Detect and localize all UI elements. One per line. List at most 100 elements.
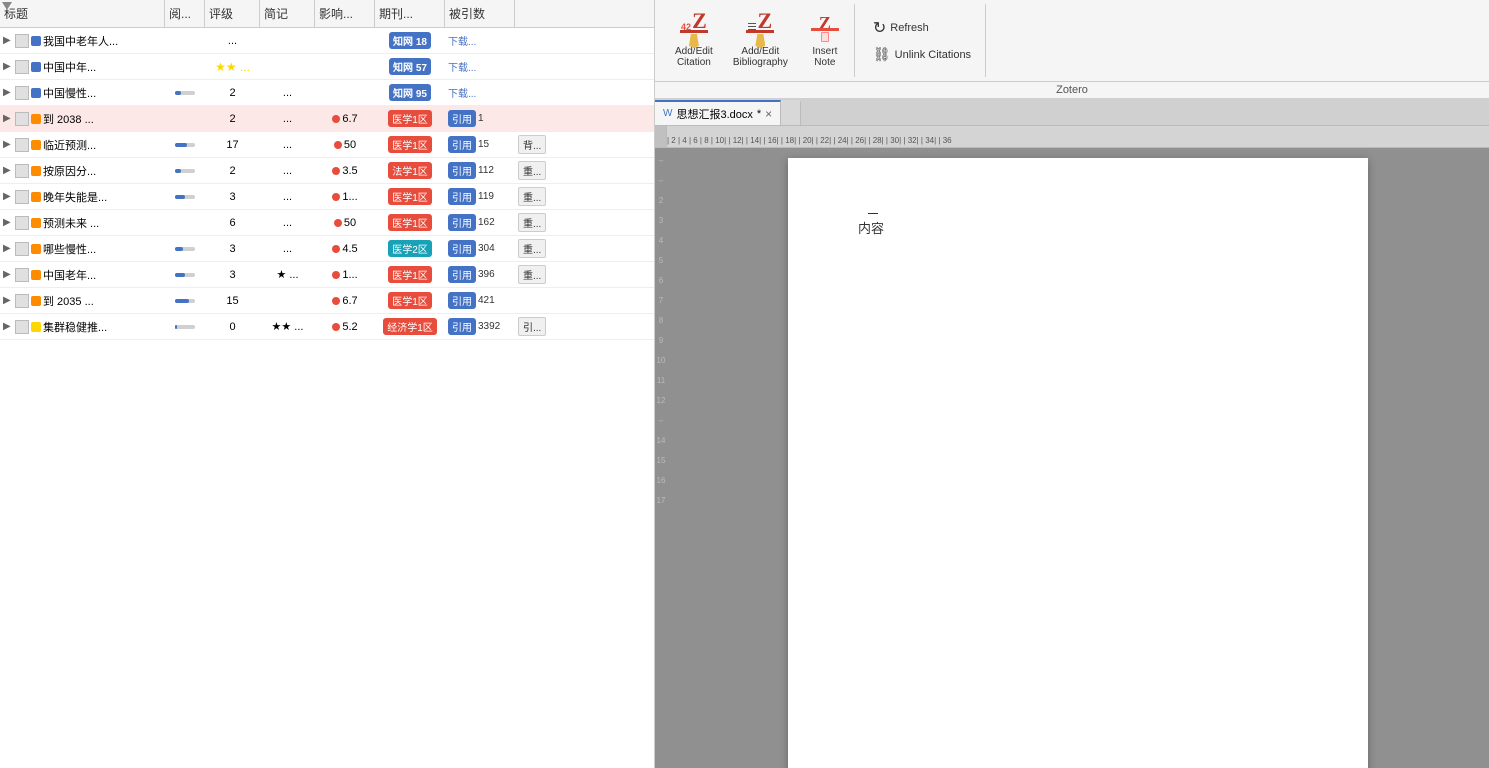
library-panel: 标题 阅... 评级 简记 影响... 期刊... 被引数 ▶ 我国中老年人..… [0,0,655,768]
gutter-number: 2 [659,192,663,210]
unlink-citations-button[interactable]: ⛓ Unlink Citations [867,43,977,66]
journal-zone: 医学1区 [388,188,432,205]
doc-icon [15,216,29,230]
cell-title: ▶ 我国中老年人... [0,28,165,53]
extra-btn[interactable]: 重... [518,213,546,232]
rating-value: 2 [229,165,235,177]
gutter-number: 7 [659,292,663,310]
cell-note: ... [260,132,315,157]
download-link[interactable]: 下载... [448,59,476,74]
tag-icon [31,166,41,176]
title-text: 集群稳健推... [43,319,107,335]
title-text: 到 2038 ... [43,111,94,127]
expand-arrow[interactable]: ▶ [3,61,13,72]
impact-value: 50 [344,139,356,151]
expand-arrow[interactable]: ▶ [3,217,13,228]
cell-extra [515,106,575,131]
cell-journal: 知网 18 [375,28,445,53]
add-edit-bibliography-button[interactable]: Z Add/Edit Bibliography [725,8,796,72]
doc-tab-close[interactable]: × [765,107,772,121]
title-text: 按原因分... [43,163,96,179]
add-edit-citation-label: Add/Edit Citation [675,46,713,68]
table-row[interactable]: ▶ 集群稳健推... 0 ★★ ... 5.2 经济学1区 引用3392 引..… [0,314,654,340]
cell-note [260,28,315,53]
expand-arrow[interactable]: ▶ [3,191,13,202]
refresh-button[interactable]: ↻ Refresh [867,15,977,41]
expand-arrow[interactable]: ▶ [3,269,13,280]
cite-count: 1 [478,113,484,124]
zotero-group-label: Zotero [655,81,1489,98]
cell-impact: 1... [315,262,375,287]
extra-btn[interactable]: 重... [518,265,546,284]
insert-note-label: Insert Note [812,46,837,68]
expand-arrow[interactable]: ▶ [3,321,13,332]
rating-value: 15 [226,295,238,307]
col-header-rating[interactable]: 评级 [205,0,260,27]
table-body: ▶ 我国中老年人... ... 知网 18 下载... ▶ [0,28,654,768]
extra-btn[interactable]: 重... [518,161,546,180]
doc-icon [15,34,29,48]
cell-extra [515,288,575,313]
extra-btn[interactable]: 引... [518,317,546,336]
download-link[interactable]: 下载... [448,33,476,48]
doc-icon [15,60,29,74]
doc-scroll-area[interactable]: 内容 [667,148,1489,768]
col-header-cited[interactable]: 被引数 [445,0,515,27]
impact-value: 3.5 [342,165,357,177]
cell-journal: 知网 95 [375,80,445,105]
expand-arrow[interactable]: ▶ [3,35,13,46]
gutter-number: 16 [657,472,666,490]
cite-badge: 引用 [448,136,476,153]
read-progress [175,169,195,173]
table-row[interactable]: ▶ 到 2038 ... 2 ... 6.7 医学1区 引用1 [0,106,654,132]
doc-tab-inactive[interactable] [781,100,801,125]
table-row[interactable]: ▶ 中国慢性... 2 ... 知网 95 下载... [0,80,654,106]
col-header-note[interactable]: 简记 [260,0,315,27]
expand-arrow[interactable]: ▶ [3,165,13,176]
expand-arrow[interactable]: ▶ [3,139,13,150]
journal-zone: 医学2区 [388,240,432,257]
tag-icon [31,114,41,124]
expand-arrow[interactable]: ▶ [3,295,13,306]
extra-btn[interactable]: 重... [518,239,546,258]
table-row[interactable]: ▶ 按原因分... 2 ... 3.5 法学1区 引用112 重... [0,158,654,184]
expand-arrow[interactable]: ▶ [3,243,13,254]
doc-text: 内容 [858,221,884,236]
journal-zone: 医学1区 [388,110,432,127]
cite-count: 112 [478,165,494,176]
table-row[interactable]: ▶ 到 2035 ... 15 6.7 医学1区 引用421 [0,288,654,314]
table-row[interactable]: ▶ 中国中年... ★★ ... 知网 57 下载... [0,54,654,80]
add-edit-citation-button[interactable]: 42 Z Add/Edit Citation [667,8,721,72]
table-row[interactable]: ▶ 预测未来 ... 6 ... 50 医学1区 引用162 重... [0,210,654,236]
extra-btn[interactable]: 重... [518,187,546,206]
cell-rating: 17 [205,132,260,157]
doc-icon [15,86,29,100]
tag-icon [31,192,41,202]
cell-impact [315,28,375,53]
cell-title: ▶ 临近预测... [0,132,165,157]
cell-impact: 3.5 [315,158,375,183]
col-header-title[interactable]: 标题 [0,0,165,27]
expand-arrow[interactable]: ▶ [3,87,13,98]
col-header-journal[interactable]: 期刊... [375,0,445,27]
col-header-read[interactable]: 阅... [165,0,205,27]
extra-btn[interactable]: 背... [518,135,546,154]
doc-ruler: | 2 | 4 | 6 | 8 | 10| | 12| | 14| | 16| … [655,126,1489,148]
doc-content[interactable]: 内容 [858,218,1298,237]
download-link[interactable]: 下载... [448,85,476,100]
table-row[interactable]: ▶ 哪些慢性... 3 ... 4.5 医学2区 引用304 重... [0,236,654,262]
expand-arrow[interactable]: ▶ [3,113,13,124]
table-row[interactable]: ▶ 中国老年... 3 ★ ... 1... 医学1区 引用396 重... [0,262,654,288]
impact-value: 4.5 [342,243,357,255]
cell-read [165,54,205,79]
cell-impact: 5.2 [315,314,375,339]
impact-value: 1... [342,191,357,203]
table-row[interactable]: ▶ 我国中老年人... ... 知网 18 下载... [0,28,654,54]
table-row[interactable]: ▶ 晚年失能是... 3 ... 1... 医学1区 引用119 重... [0,184,654,210]
table-row[interactable]: ▶ 临近预测... 17 ... 50 医学1区 引用15 背... [0,132,654,158]
insert-note-button[interactable]: Z Insert Note [800,8,850,72]
col-header-impact[interactable]: 影响... [315,0,375,27]
rating-value: 0 [229,321,235,333]
add-edit-citation-icon: 42 Z [678,12,710,44]
doc-tab-active[interactable]: W 思想汇报3.docx * × [655,100,781,125]
